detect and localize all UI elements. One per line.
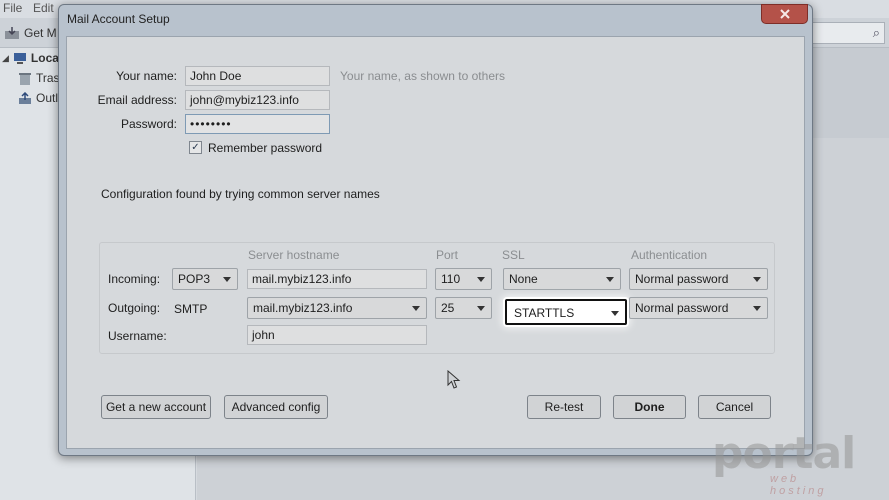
chevron-down-icon <box>477 306 485 311</box>
email-label: Email address: <box>97 93 177 107</box>
name-label: Your name: <box>116 69 177 83</box>
status-text: Configuration found by trying common ser… <box>101 187 380 201</box>
trash-icon <box>19 72 31 85</box>
outgoing-hostname-select[interactable]: mail.mybiz123.info <box>247 297 427 319</box>
outgoing-ssl-select[interactable]: STARTTLS <box>505 299 627 325</box>
incoming-label: Incoming: <box>108 272 161 286</box>
done-button[interactable]: Done <box>613 395 686 419</box>
chevron-down-icon <box>412 306 420 311</box>
dialog-title: Mail Account Setup <box>67 12 170 26</box>
outgoing-label: Outgoing: <box>108 301 161 315</box>
watermark-subtext: web hosting <box>770 473 827 497</box>
dialog-titlebar[interactable]: Mail Account Setup <box>59 4 812 35</box>
search-icon: ⌕ <box>872 25 880 40</box>
chevron-down-icon <box>606 277 614 282</box>
outbox-icon <box>19 91 31 104</box>
outgoing-protocol: SMTP <box>174 302 208 316</box>
dialog-content: Your name: John Doe Your name, as shown … <box>66 36 805 449</box>
portal-watermark-logo: portal web hosting <box>712 428 856 498</box>
retest-button[interactable]: Re-test <box>527 395 601 419</box>
get-mail-label: Get M <box>24 26 57 40</box>
incoming-ssl-select[interactable]: None <box>503 268 621 290</box>
tree-item-trash[interactable]: Tras <box>18 71 60 85</box>
username-field[interactable]: john <box>247 325 427 345</box>
chevron-down-icon <box>223 277 231 282</box>
remember-password-checkbox[interactable]: ✓ <box>189 141 202 154</box>
tree-item-local-folders[interactable]: ◢ Local <box>2 51 62 65</box>
advanced-config-button[interactable]: Advanced config <box>224 395 328 419</box>
cancel-button[interactable]: Cancel <box>698 395 771 419</box>
chevron-down-icon <box>477 277 485 282</box>
get-mail-button[interactable]: Get M <box>4 23 57 43</box>
incoming-authentication-select[interactable]: Normal password <box>629 268 768 290</box>
column-server-hostname: Server hostname <box>248 248 340 262</box>
chevron-down-icon <box>753 306 761 311</box>
mail-account-setup-dialog: Mail Account Setup Your name: John Doe Y… <box>58 4 813 456</box>
outgoing-authentication-select[interactable]: Normal password <box>629 297 768 319</box>
close-button[interactable] <box>761 4 808 24</box>
menu-file[interactable]: File <box>3 1 22 15</box>
get-new-account-button[interactable]: Get a new account <box>101 395 211 419</box>
password-field[interactable]: •••••••• <box>185 114 330 134</box>
chevron-down-icon <box>611 311 619 316</box>
chevron-down-icon <box>753 277 761 282</box>
remember-password-label: Remember password <box>208 141 323 155</box>
get-mail-icon <box>5 27 19 39</box>
name-field[interactable]: John Doe <box>185 66 330 86</box>
password-label: Password: <box>120 117 177 131</box>
incoming-hostname-field[interactable]: mail.mybiz123.info <box>247 269 427 289</box>
column-ssl: SSL <box>502 248 525 262</box>
email-field[interactable]: john@mybiz123.info <box>185 90 330 110</box>
column-authentication: Authentication <box>631 248 708 262</box>
mouse-pointer-icon <box>447 369 461 393</box>
close-icon <box>779 9 790 19</box>
outgoing-port-select[interactable]: 25 <box>435 297 492 319</box>
incoming-port-select[interactable]: 110 <box>435 268 492 290</box>
tree-item-outbox[interactable]: Outl <box>18 91 58 105</box>
name-hint: Your name, as shown to others <box>340 69 505 83</box>
server-settings-panel: Server hostname Port SSL Authentication … <box>99 242 775 354</box>
watermark-text: portal <box>712 428 856 479</box>
menu-edit[interactable]: Edit <box>33 1 54 15</box>
expand-icon: ◢ <box>2 52 9 63</box>
incoming-protocol-select[interactable]: POP3 <box>172 268 238 290</box>
username-label: Username: <box>108 329 167 343</box>
computer-icon <box>13 53 26 64</box>
column-port: Port <box>436 248 459 262</box>
